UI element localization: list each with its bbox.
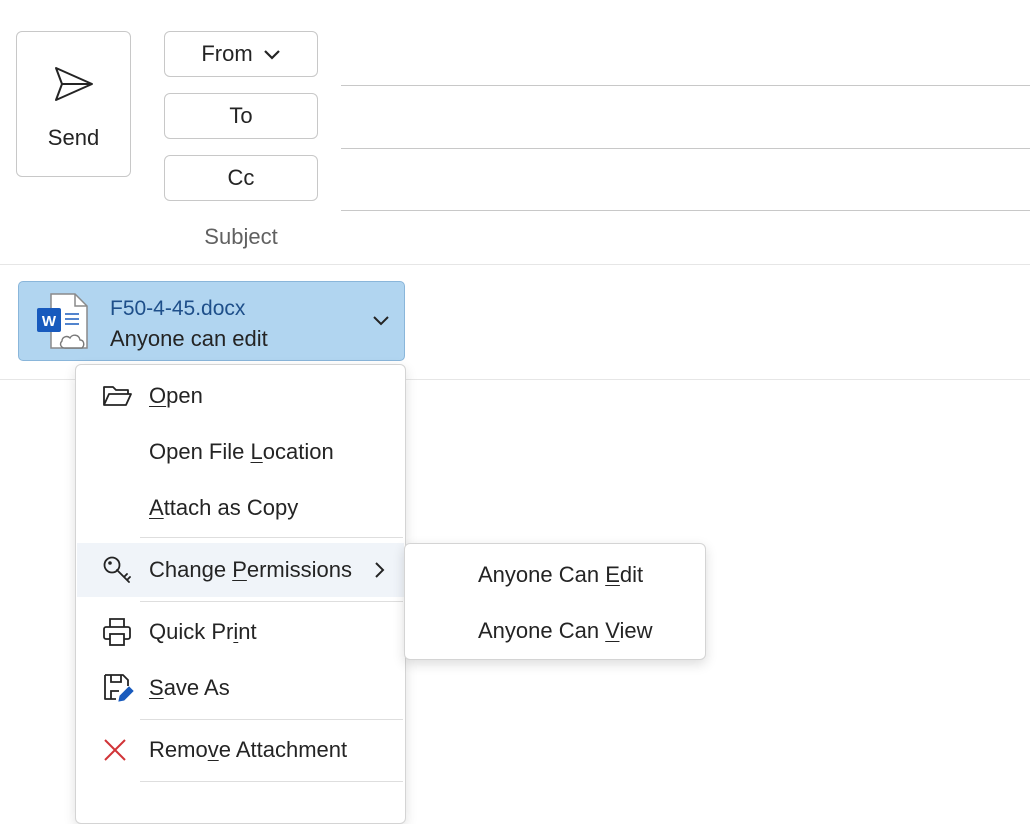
chevron-down-icon	[263, 41, 281, 67]
attachment-chip[interactable]: W F50-4-45.docx Anyone can edit	[18, 281, 405, 361]
to-field[interactable]	[341, 148, 1030, 149]
menu-separator	[140, 601, 403, 602]
to-button[interactable]: To	[164, 93, 318, 139]
folder-open-icon	[103, 386, 132, 406]
key-icon	[103, 556, 131, 583]
menu-item-open[interactable]: Open	[77, 369, 404, 423]
menu-separator	[140, 719, 403, 720]
send-button[interactable]: Send	[16, 31, 131, 177]
attachment-permission: Anyone can edit	[110, 326, 268, 351]
submenu-item-label: Anyone Can View	[478, 618, 653, 643]
submenu-item-label: Anyone Can Edit	[478, 562, 644, 587]
menu-item-label: Quick Print	[149, 619, 257, 644]
header-divider	[0, 264, 1030, 265]
to-label: To	[229, 103, 253, 128]
menu-item-label: Attach as Copy	[149, 495, 299, 520]
menu-separator	[140, 781, 403, 782]
chevron-down-icon[interactable]	[372, 315, 390, 327]
submenu-item-anyone-can-view[interactable]: Anyone Can View	[406, 604, 704, 658]
send-icon	[55, 67, 93, 101]
save-as-icon	[104, 674, 134, 702]
attachment-file-name: F50-4-45.docx	[110, 297, 246, 320]
submenu-item-anyone-can-edit[interactable]: Anyone Can Edit	[406, 548, 704, 602]
send-label: Send	[47, 125, 100, 150]
menu-item-label: Open	[149, 383, 203, 408]
permissions-submenu: Anyone Can Edit Anyone Can View	[404, 543, 706, 660]
cc-label: Cc	[227, 165, 255, 190]
close-icon	[104, 739, 126, 761]
menu-item-label: Save As	[149, 675, 230, 700]
menu-separator	[140, 537, 403, 538]
subject-label: Subject	[204, 224, 278, 249]
from-button[interactable]: From	[164, 31, 318, 77]
printer-icon	[103, 618, 131, 646]
cc-field[interactable]	[341, 210, 1030, 211]
from-field-line	[341, 85, 1030, 86]
menu-item-change-permissions[interactable]: Change Permissions	[77, 543, 404, 597]
from-label: From	[201, 41, 253, 66]
menu-item-label: Remove Attachment	[149, 737, 348, 762]
menu-item-remove-attachment[interactable]: Remove Attachment	[77, 723, 404, 777]
menu-item-label: Open File Location	[149, 439, 334, 464]
word-cloud-icon: W	[37, 293, 88, 349]
menu-item-label: Change Permissions	[149, 557, 353, 582]
svg-text:W: W	[42, 313, 57, 330]
menu-item-open-file-location[interactable]: Open File Location	[77, 425, 404, 479]
attachment-context-menu: Open Open File Location Attach as Copy C…	[75, 364, 406, 824]
menu-item-quick-print[interactable]: Quick Print	[77, 605, 404, 659]
menu-item-save-as[interactable]: Save As	[77, 661, 404, 715]
menu-item-attach-as-copy[interactable]: Attach as Copy	[77, 481, 404, 535]
cc-button[interactable]: Cc	[164, 155, 318, 201]
chevron-right-icon	[375, 562, 385, 578]
